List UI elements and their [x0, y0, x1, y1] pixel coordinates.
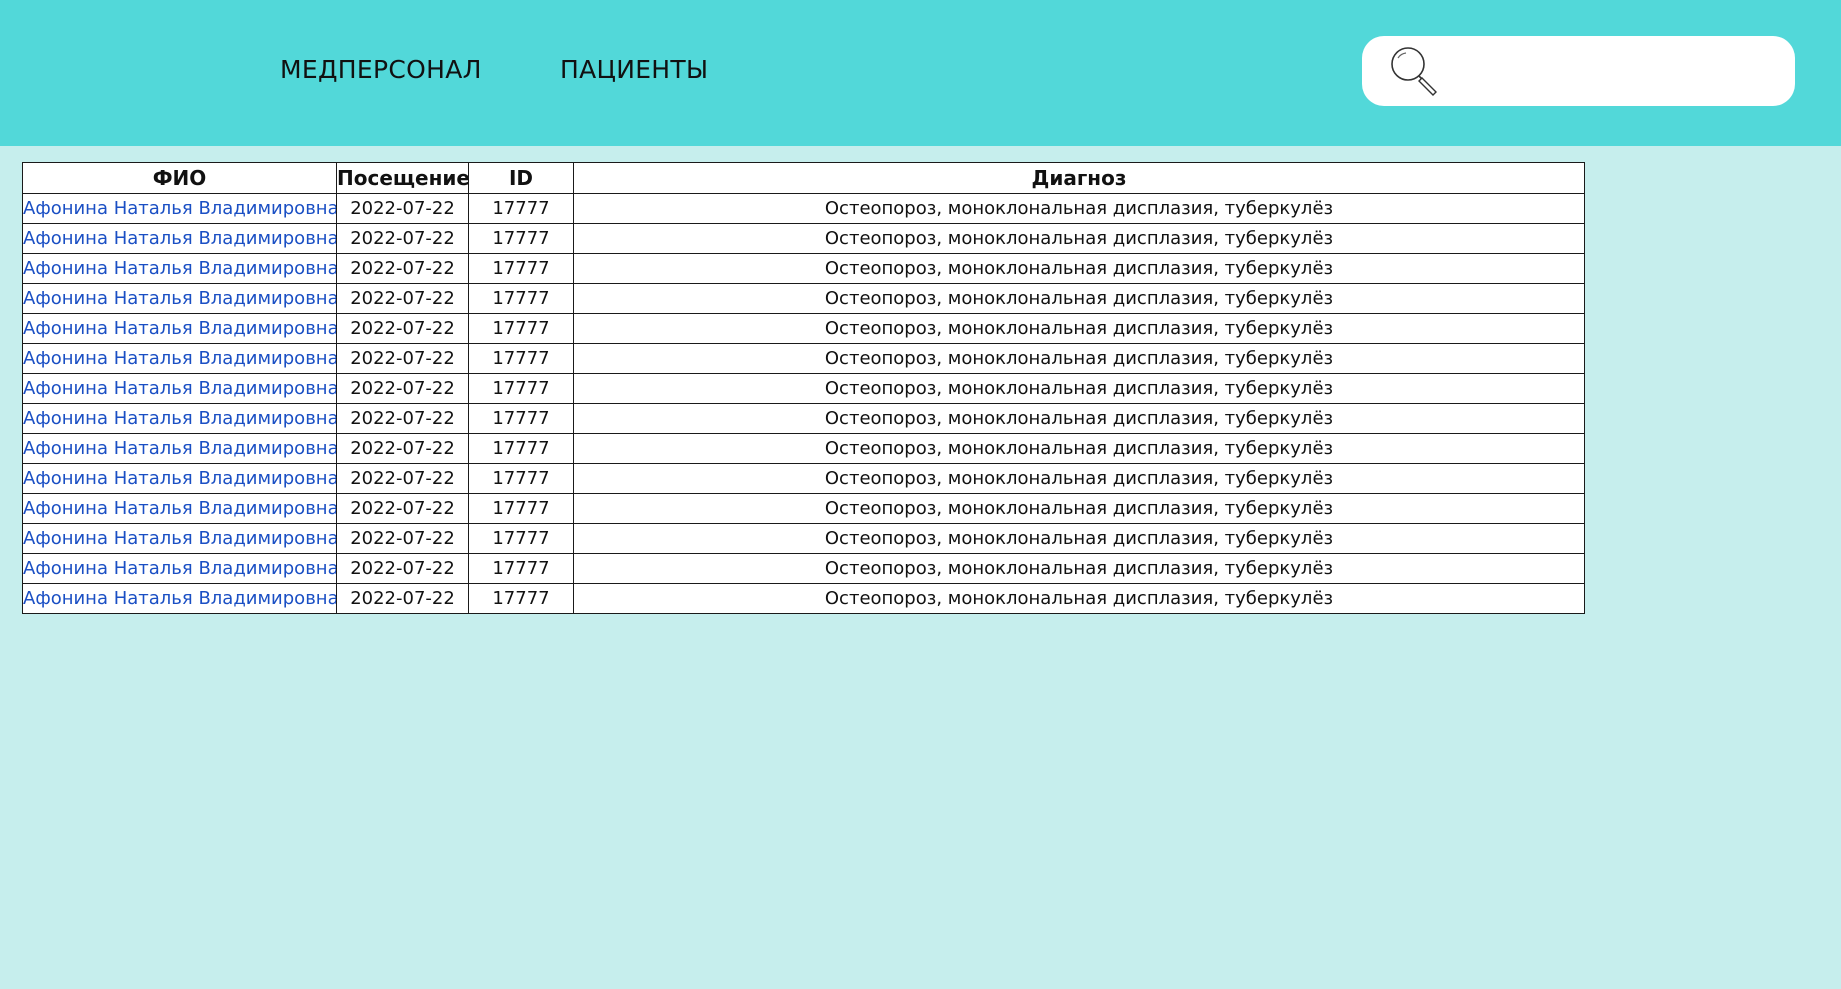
cell-diagnosis: Остеопороз, моноклональная дисплазия, ту…	[573, 373, 1585, 404]
patient-name-link[interactable]: Афонина Наталья Владимировна	[24, 378, 336, 399]
patient-name-link[interactable]: Афонина Наталья Владимировна	[24, 348, 336, 369]
cell-visit-date: 2022-07-22	[336, 253, 469, 284]
cell-diagnosis: Остеопороз, моноклональная дисплазия, ту…	[573, 253, 1585, 284]
table-row[interactable]: Афонина Наталья Владимировна 2022-07-22 17…	[22, 553, 1585, 584]
cell-name: Афонина Наталья Владимировна	[22, 283, 337, 314]
cell-id: 17777	[468, 253, 574, 284]
cell-diagnosis: Остеопороз, моноклональная дисплазия, ту…	[573, 223, 1585, 254]
cell-id: 17777	[468, 313, 574, 344]
cell-diagnosis: Остеопороз, моноклональная дисплазия, ту…	[573, 553, 1585, 584]
table-row[interactable]: Афонина Наталья Владимировна 2022-07-22 17…	[22, 493, 1585, 524]
patients-table: ФИО Посещение ID Диагноз Афонина Наталья…	[22, 162, 1585, 614]
patient-name-link[interactable]: Афонина Наталья Владимировна	[24, 528, 336, 549]
cell-name: Афонина Наталья Владимировна	[22, 373, 337, 404]
table-row[interactable]: Афонина Наталья Владимировна 2022-07-22 17…	[22, 343, 1585, 374]
patient-name-link[interactable]: Афонина Наталья Владимировна	[24, 498, 336, 519]
cell-name: Афонина Наталья Владимировна	[22, 223, 337, 254]
cell-name: Афонина Наталья Владимировна	[22, 553, 337, 584]
cell-diagnosis: Остеопороз, моноклональная дисплазия, ту…	[573, 283, 1585, 314]
table-row[interactable]: Афонина Наталья Владимировна 2022-07-22 17…	[22, 523, 1585, 554]
cell-id: 17777	[468, 283, 574, 314]
cell-visit-date: 2022-07-22	[336, 283, 469, 314]
patient-name-link[interactable]: Афонина Наталья Владимировна	[24, 198, 336, 219]
cell-visit-date: 2022-07-22	[336, 403, 469, 434]
cell-name: Афонина Наталья Владимировна	[22, 253, 337, 284]
cell-visit-date: 2022-07-22	[336, 223, 469, 254]
header-diagnosis[interactable]: Диагноз	[573, 162, 1585, 194]
cell-id: 17777	[468, 553, 574, 584]
cell-id: 17777	[468, 373, 574, 404]
table-row[interactable]: Афонина Наталья Владимировна 2022-07-22 17…	[22, 253, 1585, 284]
cell-visit-date: 2022-07-22	[336, 343, 469, 374]
patient-name-link[interactable]: Афонина Наталья Владимировна	[24, 558, 336, 579]
cell-visit-date: 2022-07-22	[336, 493, 469, 524]
cell-name: Афонина Наталья Владимировна	[22, 433, 337, 464]
table-row[interactable]: Афонина Наталья Владимировна 2022-07-22 17…	[22, 223, 1585, 254]
cell-name: Афонина Наталья Владимировна	[22, 403, 337, 434]
table-row[interactable]: Афонина Наталья Владимировна 2022-07-22 17…	[22, 283, 1585, 314]
cell-name: Афонина Наталья Владимировна	[22, 463, 337, 494]
header-name[interactable]: ФИО	[22, 162, 337, 194]
header-visit[interactable]: Посещение	[336, 162, 469, 194]
table-row[interactable]: Афонина Наталья Владимировна 2022-07-22 17…	[22, 463, 1585, 494]
cell-name: Афонина Наталья Владимировна	[22, 193, 337, 224]
cell-id: 17777	[468, 493, 574, 524]
cell-id: 17777	[468, 583, 574, 614]
cell-visit-date: 2022-07-22	[336, 313, 469, 344]
cell-name: Афонина Наталья Владимировна	[22, 313, 337, 344]
nav-item-staff[interactable]: МЕДПЕРСОНАЛ	[280, 52, 482, 88]
table-row[interactable]: Афонина Наталья Владимировна 2022-07-22 17…	[22, 583, 1585, 614]
cell-id: 17777	[468, 223, 574, 254]
search-input[interactable]	[1452, 51, 1776, 93]
cell-id: 17777	[468, 403, 574, 434]
patient-name-link[interactable]: Афонина Наталья Владимировна	[24, 408, 336, 429]
top-header: МЕДПЕРСОНАЛ ПАЦИЕНТЫ	[0, 0, 1841, 146]
cell-name: Афонина Наталья Владимировна	[22, 523, 337, 554]
patient-name-link[interactable]: Афонина Наталья Владимировна	[24, 438, 336, 459]
table-header-row: ФИО Посещение ID Диагноз	[22, 162, 1585, 194]
cell-id: 17777	[468, 463, 574, 494]
cell-name: Афонина Наталья Владимировна	[22, 343, 337, 374]
search-box[interactable]	[1362, 36, 1795, 106]
table-row[interactable]: Афонина Наталья Владимировна 2022-07-22 17…	[22, 373, 1585, 404]
table-row[interactable]: Афонина Наталья Владимировна 2022-07-22 17…	[22, 403, 1585, 434]
cell-name: Афонина Наталья Владимировна	[22, 583, 337, 614]
cell-name: Афонина Наталья Владимировна	[22, 493, 337, 524]
table-row[interactable]: Афонина Наталья Владимировна 2022-07-22 17…	[22, 193, 1585, 224]
cell-visit-date: 2022-07-22	[336, 193, 469, 224]
table-row[interactable]: Афонина Наталья Владимировна 2022-07-22 17…	[22, 433, 1585, 464]
cell-diagnosis: Остеопороз, моноклональная дисплазия, ту…	[573, 583, 1585, 614]
patient-name-link[interactable]: Афонина Наталья Владимировна	[24, 288, 336, 309]
patient-name-link[interactable]: Афонина Наталья Владимировна	[24, 258, 336, 279]
cell-visit-date: 2022-07-22	[336, 373, 469, 404]
patient-name-link[interactable]: Афонина Наталья Владимировна	[24, 468, 336, 489]
cell-diagnosis: Остеопороз, моноклональная дисплазия, ту…	[573, 523, 1585, 554]
cell-visit-date: 2022-07-22	[336, 553, 469, 584]
patient-name-link[interactable]: Афонина Наталья Владимировна	[24, 588, 336, 609]
header-id[interactable]: ID	[468, 162, 574, 194]
patient-name-link[interactable]: Афонина Наталья Владимировна	[24, 228, 336, 249]
magnifier-icon[interactable]	[1384, 42, 1444, 102]
cell-diagnosis: Остеопороз, моноклональная дисплазия, ту…	[573, 193, 1585, 224]
cell-diagnosis: Остеопороз, моноклональная дисплазия, ту…	[573, 493, 1585, 524]
cell-id: 17777	[468, 433, 574, 464]
cell-diagnosis: Остеопороз, моноклональная дисплазия, ту…	[573, 403, 1585, 434]
patient-name-link[interactable]: Афонина Наталья Владимировна	[24, 318, 336, 339]
cell-id: 17777	[468, 193, 574, 224]
cell-visit-date: 2022-07-22	[336, 583, 469, 614]
nav-item-patients[interactable]: ПАЦИЕНТЫ	[560, 52, 708, 88]
cell-id: 17777	[468, 523, 574, 554]
cell-diagnosis: Остеопороз, моноклональная дисплазия, ту…	[573, 313, 1585, 344]
cell-id: 17777	[468, 343, 574, 374]
cell-diagnosis: Остеопороз, моноклональная дисплазия, ту…	[573, 463, 1585, 494]
table-row[interactable]: Афонина Наталья Владимировна 2022-07-22 17…	[22, 313, 1585, 344]
cell-visit-date: 2022-07-22	[336, 463, 469, 494]
cell-diagnosis: Остеопороз, моноклональная дисплазия, ту…	[573, 343, 1585, 374]
cell-visit-date: 2022-07-22	[336, 433, 469, 464]
cell-visit-date: 2022-07-22	[336, 523, 469, 554]
cell-diagnosis: Остеопороз, моноклональная дисплазия, ту…	[573, 433, 1585, 464]
